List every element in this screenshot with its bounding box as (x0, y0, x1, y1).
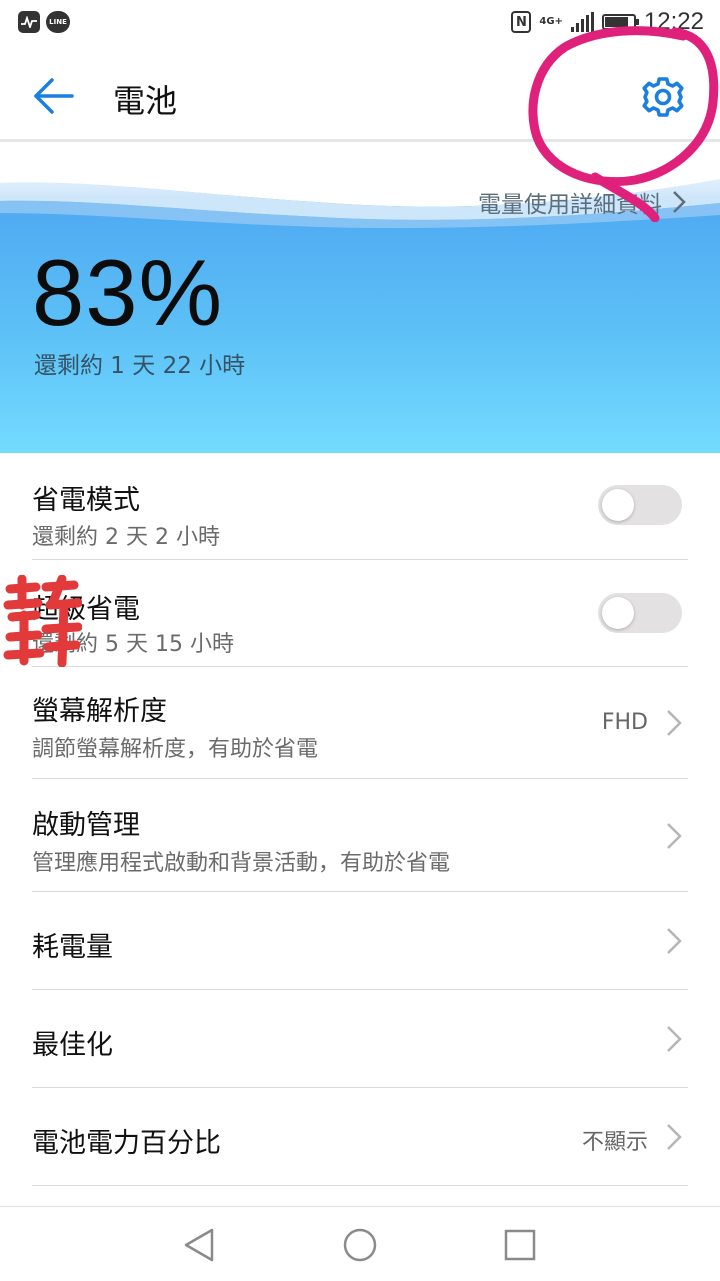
network-type-label: 4G+ (539, 16, 563, 27)
list-item-value: FHD (601, 710, 648, 735)
list-item-title: 最佳化 (32, 1030, 113, 1061)
back-button[interactable] (30, 76, 78, 116)
chevron-right-icon (667, 1124, 682, 1150)
chevron-right-icon (667, 710, 682, 736)
settings-button[interactable] (640, 74, 686, 120)
gear-icon (642, 77, 684, 117)
battery-settings-list: 省電模式 還剩約 2 天 2 小時 超級省電 還剩約 5 天 15 小時 螢幕解… (0, 453, 720, 1186)
status-time: 12:22 (643, 8, 704, 35)
page-title: 電池 (113, 82, 178, 120)
list-item-subtitle: 還剩約 5 天 15 小時 (32, 632, 234, 657)
list-item-title: 電池電力百分比 (32, 1128, 221, 1159)
battery-icon (601, 14, 639, 30)
status-bar: LINE N 4G+ 12:22 (0, 0, 720, 50)
status-indicators: N 4G+ 12:22 (511, 8, 704, 36)
chevron-right-icon (667, 823, 682, 849)
chevron-right-icon (667, 928, 682, 954)
navigation-bar (0, 1206, 720, 1281)
square-recents-icon (504, 1229, 536, 1261)
list-item-power-consumption[interactable]: 耗電量 (32, 892, 688, 990)
list-item-ultra-power-saving[interactable]: 超級省電 還剩約 5 天 15 小時 (32, 560, 688, 667)
list-item-screen-resolution[interactable]: 螢幕解析度 調節螢幕解析度，有助於省電 FHD (32, 667, 688, 779)
battery-summary-panel: 電量使用詳細資料 83% 還剩約 1 天 22 小時 (0, 143, 720, 453)
list-item-subtitle: 管理應用程式啟動和背景活動，有助於省電 (32, 851, 451, 876)
nav-back-button[interactable] (180, 1225, 220, 1265)
signal-icon (570, 12, 594, 32)
battery-level-fill (604, 17, 629, 27)
status-notifications: LINE (18, 11, 70, 33)
usage-details-label: 電量使用詳細資料 (478, 192, 662, 218)
battery-percent: 83% (32, 240, 224, 345)
list-item-title: 啟動管理 (32, 810, 140, 841)
list-item-title: 耗電量 (32, 932, 113, 963)
list-item-title: 省電模式 (32, 485, 140, 516)
arrow-left-icon (34, 78, 74, 114)
nav-home-button[interactable] (340, 1225, 380, 1265)
list-item-title: 螢幕解析度 (32, 696, 167, 727)
chevron-right-icon (667, 1026, 682, 1052)
power-saving-toggle[interactable] (598, 485, 682, 525)
toolbar: 電池 (0, 50, 720, 142)
usage-details-link[interactable]: 電量使用詳細資料 (478, 185, 686, 219)
ultra-power-saving-toggle[interactable] (598, 593, 682, 633)
circle-home-icon (343, 1228, 377, 1262)
triangle-back-icon (184, 1228, 214, 1262)
toggle-knob (602, 489, 634, 521)
list-item-subtitle: 還剩約 2 天 2 小時 (32, 525, 220, 550)
list-item-startup-management[interactable]: 啟動管理 管理應用程式啟動和背景活動，有助於省電 (32, 779, 688, 892)
nfc-icon: N (511, 11, 532, 33)
line-app-icon: LINE (46, 11, 70, 33)
list-item-battery-percentage[interactable]: 電池電力百分比 不顯示 (32, 1088, 688, 1186)
list-item-title: 超級省電 (32, 594, 140, 625)
battery-remaining-time: 還剩約 1 天 22 小時 (34, 353, 246, 379)
list-item-value: 不顯示 (581, 1130, 648, 1155)
chevron-right-icon (673, 191, 686, 213)
list-item-subtitle: 調節螢幕解析度，有助於省電 (32, 737, 319, 762)
list-item-optimize[interactable]: 最佳化 (32, 990, 688, 1088)
list-item-power-saving[interactable]: 省電模式 還剩約 2 天 2 小時 (32, 453, 688, 560)
nav-recents-button[interactable] (500, 1225, 540, 1265)
toggle-knob (602, 597, 634, 629)
activity-icon (18, 11, 40, 33)
